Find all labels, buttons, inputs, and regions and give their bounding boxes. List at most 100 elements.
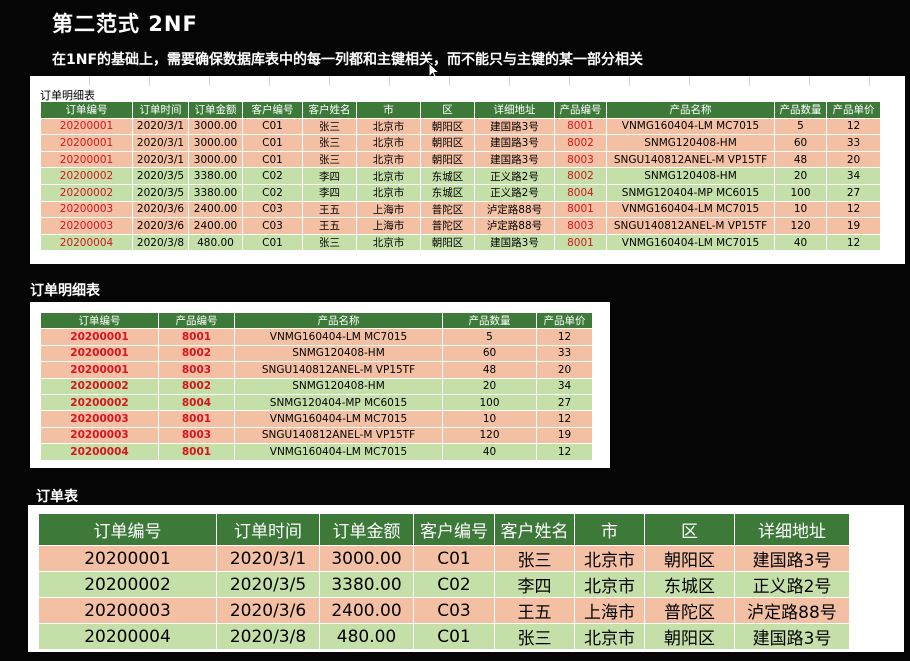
table-cell: 李四 [302,183,357,202]
table-cell: 建国路3号 [474,134,555,152]
table-cell: C02 [413,571,495,598]
table-cell: C01 [413,545,495,572]
table-cell: 20200003 [40,426,159,445]
table-cell: 40 [774,233,827,252]
column-header: 订单编号 [40,311,159,330]
table-cell: 19 [536,426,593,445]
table-cell: VNMG160404-LM MC7015 [606,117,775,136]
table-cell: 480.00 [188,233,243,252]
table-row: 20200001 8001 VNMG160404-LM MC7015 5 12 [40,328,593,346]
table-cell: 8001 [554,233,607,252]
table-row: 20200002 8004 SNMG120404-MP MC6015 100 27 [40,393,593,412]
table-cell: 48 [774,150,827,169]
table-cell: 张三 [302,233,357,252]
table-cell: 2020/3/8 [216,623,320,650]
column-header: 产品编号 [158,311,235,330]
table-cell: 20200004 [38,623,217,650]
table-cell: 正义路2号 [474,183,555,202]
table-cell: SNMG120408-HM [606,167,775,185]
column-header: 区 [644,513,735,546]
table-cell: 2020/3/5 [132,183,189,202]
table-cell: 东城区 [420,183,475,202]
column-header: 订单时间 [132,101,189,119]
table-cell: 2020/3/6 [216,597,320,624]
table-row: 20200004 8001 VNMG160404-LM MC7015 40 12 [40,443,593,461]
table-cell: SNGU140812ANEL-M VP15TF [234,361,443,379]
table-cell: VNMG160404-LM MC7015 [606,200,775,219]
table-cell: 5 [442,328,537,346]
table-cell: 20200001 [40,150,133,169]
table-cell: 120 [774,217,827,235]
table-cell: 朝阳区 [420,134,475,152]
table-cell: VNMG160404-LM MC7015 [234,410,443,428]
table-cell: C03 [413,597,495,624]
table-cell: 3380.00 [319,571,414,598]
table-cell: 12 [826,117,881,136]
table-cell: 北京市 [574,623,645,650]
column-header: 订单编号 [40,101,133,119]
table-cell: 12 [826,233,881,252]
table-cell: SNMG120404-MP MC6015 [234,393,443,412]
table-cell: 8003 [158,361,235,379]
table-cell: SNMG120408-HM [606,134,775,152]
table-cell: 朝阳区 [644,623,735,650]
spreadsheet-order-detail-full: 订单明细表 订单编号 订单时间 订单金额 客户编号 客户姓名市区详细地址 产品编号 产品名称… [30,76,905,264]
table-cell: 王五 [302,200,357,219]
table-cell: 上海市 [356,217,421,235]
table-cell: 北京市 [356,167,421,185]
table-cell: 王五 [302,217,357,235]
table-cell: C02 [242,167,303,185]
table-cell: C03 [242,217,303,235]
table-row: 20200001 2020/3/1 3000.00 C01 张三 北京市 朝阳区 建国路3号 [38,545,850,572]
table-row: 20200002 2020/3/5 3380.00 C02 李四 北京市 东城区 正义路2号 8… [40,167,881,185]
table-row: 20200002 2020/3/5 3380.00 C02 李四 北京市 东城区 正义路2号 8… [40,183,881,202]
column-header: 订单时间 [216,513,320,546]
table-cell: 正义路2号 [474,167,555,185]
table-cell: 泸定路88号 [734,597,850,624]
table-cell: 2020/3/1 [132,134,189,152]
table-cell: 张三 [494,545,575,572]
table-cell: 北京市 [574,545,645,572]
table-row: 20200001 8003 SNGU140812ANEL-M VP15TF 48 20 [40,361,593,379]
table-cell: 480.00 [319,623,414,650]
table-row: 20200002 8002 SNMG120408-HM 20 34 [40,377,593,395]
table-cell: 8002 [554,167,607,185]
table-cell: 朝阳区 [420,150,475,169]
table-cell: 东城区 [420,167,475,185]
column-header: 产品名称 [234,311,443,330]
section-label-order: 订单表 [36,489,78,505]
table-cell: 20 [442,377,537,395]
column-header: 客户编号 [242,101,303,119]
table-row: 20200001 2020/3/1 3000.00 C01 张三 北京市 朝阳区 建国路3号 8… [40,150,881,169]
table-cell: 3000.00 [188,150,243,169]
column-header: 市 [574,513,645,546]
table-cell: 20 [826,150,881,169]
table-row: 20200003 2020/3/6 2400.00 C03 王五 上海市 普陀区 泸定路88号… [40,200,881,219]
table-cell: SNGU140812ANEL-M VP15TF [234,426,443,445]
slide-title: 第二范式 2NF [52,12,198,36]
column-header: 区 [420,101,475,119]
table-cell: C01 [413,623,495,650]
table-cell: 8002 [158,344,235,363]
table-cell: 20200002 [40,183,133,202]
table-cell: 3000.00 [188,117,243,136]
table-cell: 8001 [158,410,235,428]
table-row: 20200001 2020/3/1 3000.00 C01 张三 北京市 朝阳区 建国路3号 8… [40,117,881,136]
table-cell: 北京市 [356,117,421,136]
table-cell: 20200002 [40,167,133,185]
table-cell: C01 [242,150,303,169]
table-cell: 12 [536,410,593,428]
table-cell: 2020/3/5 [216,571,320,598]
table-cell: 40 [442,443,537,461]
column-header: 详细地址 [734,513,850,546]
table-row: 20200003 8003 SNGU140812ANEL-M VP15TF 120 19 [40,426,593,445]
table-row: 20200002 2020/3/5 3380.00 C02 李四 北京市 东城区 正义路2号 [38,571,850,598]
table-cell: C01 [242,233,303,252]
slide: 第二范式 2NF 在1NF的基础上，需要确保数据库表中的每一列都和主键相关，而不… [0,0,910,661]
table-cell: 普陀区 [420,217,475,235]
table-cell: 建国路3号 [474,117,555,136]
table-cell: 建国路3号 [474,233,555,252]
table-cell: 2020/3/5 [132,167,189,185]
table-cell: 建国路3号 [474,150,555,169]
column-header: 订单编号 [38,513,217,546]
